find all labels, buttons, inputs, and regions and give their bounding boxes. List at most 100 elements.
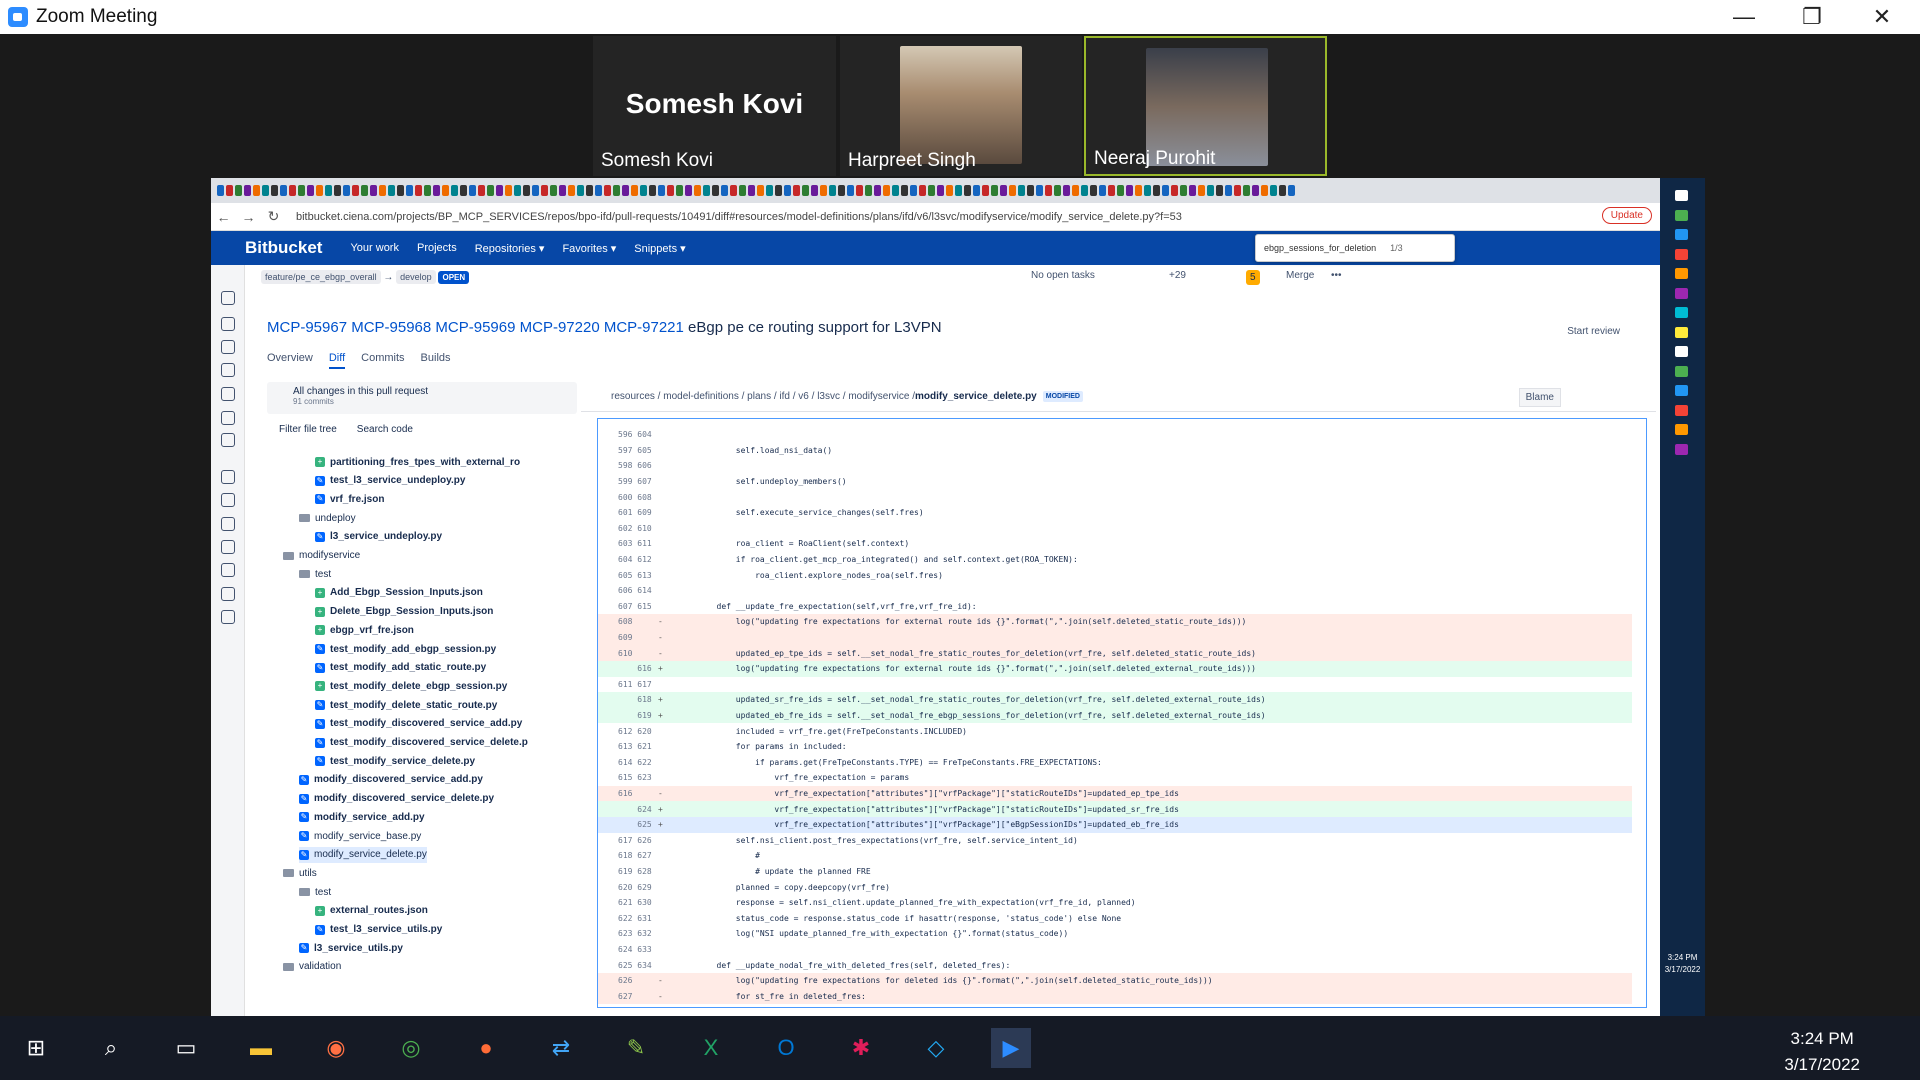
zoom-icon[interactable]: ▶	[991, 1028, 1031, 1068]
more-button[interactable]: •••	[1331, 270, 1342, 281]
tree-file[interactable]: ✎ l3_service_undeploy.py	[315, 529, 442, 545]
diff-line[interactable]: 618 627 #	[598, 848, 1632, 864]
browser-tab-favicon[interactable]	[1036, 185, 1043, 196]
diff-line[interactable]: 625 634 def __update_nodal_fre_with_dele…	[598, 957, 1632, 973]
browser-tab-favicon[interactable]	[253, 185, 260, 196]
find-bar[interactable]: ebgp_sessions_for_deletion 1/3	[1255, 234, 1455, 262]
browser-tab-favicon[interactable]	[604, 185, 611, 196]
diff-line[interactable]: 603 611 roa_client = RoaClient(self.cont…	[598, 536, 1632, 552]
diff-line[interactable]: 599 607 self.undeploy_members()	[598, 474, 1632, 490]
browser-tab-favicon[interactable]	[1000, 185, 1007, 196]
diff-line-added[interactable]: 619 + updated_eb_fre_ids = self.__set_nod…	[598, 707, 1632, 724]
remote-app-icon[interactable]	[1675, 268, 1688, 279]
browser-tab-favicon[interactable]	[946, 185, 953, 196]
tree-file[interactable]: + external_routes.json	[315, 903, 428, 919]
browser-tab-favicon[interactable]	[532, 185, 539, 196]
browser-tab-favicon[interactable]	[649, 185, 656, 196]
browser-tab-favicon[interactable]	[667, 185, 674, 196]
browser-tab-favicon[interactable]	[838, 185, 845, 196]
browser-tab-favicon[interactable]	[1252, 185, 1259, 196]
sidebar-nav-icon[interactable]	[221, 470, 235, 484]
tree-file[interactable]: + partitioning_fres_tpes_with_external_ro	[315, 454, 520, 470]
browser-tab-favicon[interactable]	[370, 185, 377, 196]
jira-links[interactable]: MCP-95967 MCP-95968 MCP-95969 MCP-97220 …	[267, 319, 684, 336]
nav-your-work[interactable]: Your work	[350, 242, 399, 254]
sidebar-nav-icon[interactable]	[221, 363, 235, 377]
remote-app-icon[interactable]	[1675, 287, 1688, 299]
browser-tab-favicon[interactable]	[307, 185, 314, 196]
browser-tab-favicon[interactable]	[1081, 185, 1088, 196]
sidebar-nav-icon[interactable]	[221, 340, 235, 354]
browser-tab-favicon[interactable]	[919, 185, 926, 196]
browser-tab-favicon[interactable]	[541, 185, 548, 196]
forward-icon[interactable]: →	[236, 209, 261, 225]
remote-app-icon[interactable]	[1675, 443, 1688, 455]
warning-badge[interactable]: 5	[1246, 270, 1260, 285]
browser-tab-favicon[interactable]	[775, 185, 782, 196]
filter-file-tree-button[interactable]: Filter file tree	[279, 424, 337, 435]
chrome-icon[interactable]: ◎	[391, 1028, 431, 1068]
nav-favorites[interactable]: Favorites ▾	[562, 242, 616, 255]
browser-tab-favicon[interactable]	[577, 185, 584, 196]
browser-tab-favicon[interactable]	[469, 185, 476, 196]
slack-icon[interactable]: ✱	[841, 1028, 881, 1068]
tree-file[interactable]: ✎ vrf_fre.json	[315, 491, 384, 507]
tree-file[interactable]: ✎ modify_service_add.py	[299, 809, 425, 825]
postman-icon[interactable]: ●	[466, 1028, 506, 1068]
browser-tab-strip[interactable]	[211, 178, 1660, 203]
remote-app-icon[interactable]	[1675, 404, 1688, 416]
browser-tab-favicon[interactable]	[1135, 185, 1142, 196]
tree-file[interactable]: ✎ test_modify_discovered_service_delete.p	[315, 735, 528, 751]
browser-tab-favicon[interactable]	[1243, 185, 1250, 196]
tree-file[interactable]: ✎ l3_service_utils.py	[299, 940, 403, 956]
remote-app-icon[interactable]	[1675, 190, 1688, 201]
browser-tab-favicon[interactable]	[496, 185, 503, 196]
browser-tab-favicon[interactable]	[955, 185, 962, 196]
tree-folder[interactable]: modifyservice	[283, 548, 360, 564]
diff-line-removed[interactable]: 627 - for st_fre in deleted_fres:	[598, 988, 1632, 1005]
browser-tab-favicon[interactable]	[1189, 185, 1196, 196]
remote-app-icon[interactable]	[1675, 307, 1688, 318]
tree-file[interactable]: ✎ test_modify_delete_static_route.py	[315, 697, 497, 713]
tree-file[interactable]: ✎ test_l3_service_undeploy.py	[315, 473, 465, 489]
restore-button[interactable]: ❐	[1784, 0, 1840, 34]
find-query[interactable]: ebgp_sessions_for_deletion	[1264, 243, 1376, 253]
app-icon[interactable]: ◉	[316, 1028, 356, 1068]
diff-line[interactable]: 605 613 roa_client.explore_nodes_roa(sel…	[598, 567, 1632, 583]
minimize-button[interactable]: —	[1716, 0, 1772, 34]
browser-tab-favicon[interactable]	[1153, 185, 1160, 196]
diff-line[interactable]: 623 632 log("NSI update_planned_fre_with…	[598, 926, 1632, 942]
browser-tab-favicon[interactable]	[1270, 185, 1277, 196]
browser-tab-favicon[interactable]	[1072, 185, 1079, 196]
sidebar-nav-icon[interactable]	[221, 387, 235, 401]
tree-file[interactable]: + Add_Ebgp_Session_Inputs.json	[315, 585, 483, 601]
browser-tab-favicon[interactable]	[820, 185, 827, 196]
url-text[interactable]: bitbucket.ciena.com/projects/BP_MCP_SERV…	[296, 211, 1182, 223]
browser-tab-favicon[interactable]	[703, 185, 710, 196]
bitbucket-logo[interactable]: Bitbucket	[245, 238, 322, 258]
browser-tab-favicon[interactable]	[451, 185, 458, 196]
browser-tab-favicon[interactable]	[1018, 185, 1025, 196]
browser-tab-favicon[interactable]	[424, 185, 431, 196]
diff-line-added[interactable]: 624 + vrf_fre_expectation["attributes"]["…	[598, 801, 1632, 817]
sidebar-nav-icon[interactable]	[221, 610, 235, 624]
tree-folder[interactable]: utils	[283, 865, 317, 881]
browser-tab-favicon[interactable]	[1180, 185, 1187, 196]
browser-tab-favicon[interactable]	[829, 185, 836, 196]
browser-tab-favicon[interactable]	[1171, 185, 1178, 196]
sidebar-nav-icon[interactable]	[221, 517, 235, 531]
browser-tab-favicon[interactable]	[730, 185, 737, 196]
diff-line-removed[interactable]: 626 - log("updating fre expectations for…	[598, 973, 1632, 989]
browser-tab-favicon[interactable]	[442, 185, 449, 196]
browser-tab-favicon[interactable]	[757, 185, 764, 196]
tree-file[interactable]: ✎ test_modify_service_delete.py	[315, 753, 475, 769]
diff-line[interactable]: 615 623 vrf_fre_expectation = params	[598, 770, 1632, 786]
breadcrumb[interactable]: resources / model-definitions / plans / …	[611, 391, 915, 402]
reload-icon[interactable]: ↻	[261, 208, 286, 225]
browser-tab-favicon[interactable]	[406, 185, 413, 196]
source-branch[interactable]: feature/pe_ce_ebgp_overall	[261, 270, 381, 284]
browser-tab-favicon[interactable]	[514, 185, 521, 196]
close-button[interactable]: ✕	[1854, 0, 1910, 34]
browser-tab-favicon[interactable]	[910, 185, 917, 196]
open-tasks[interactable]: No open tasks	[1031, 270, 1095, 281]
